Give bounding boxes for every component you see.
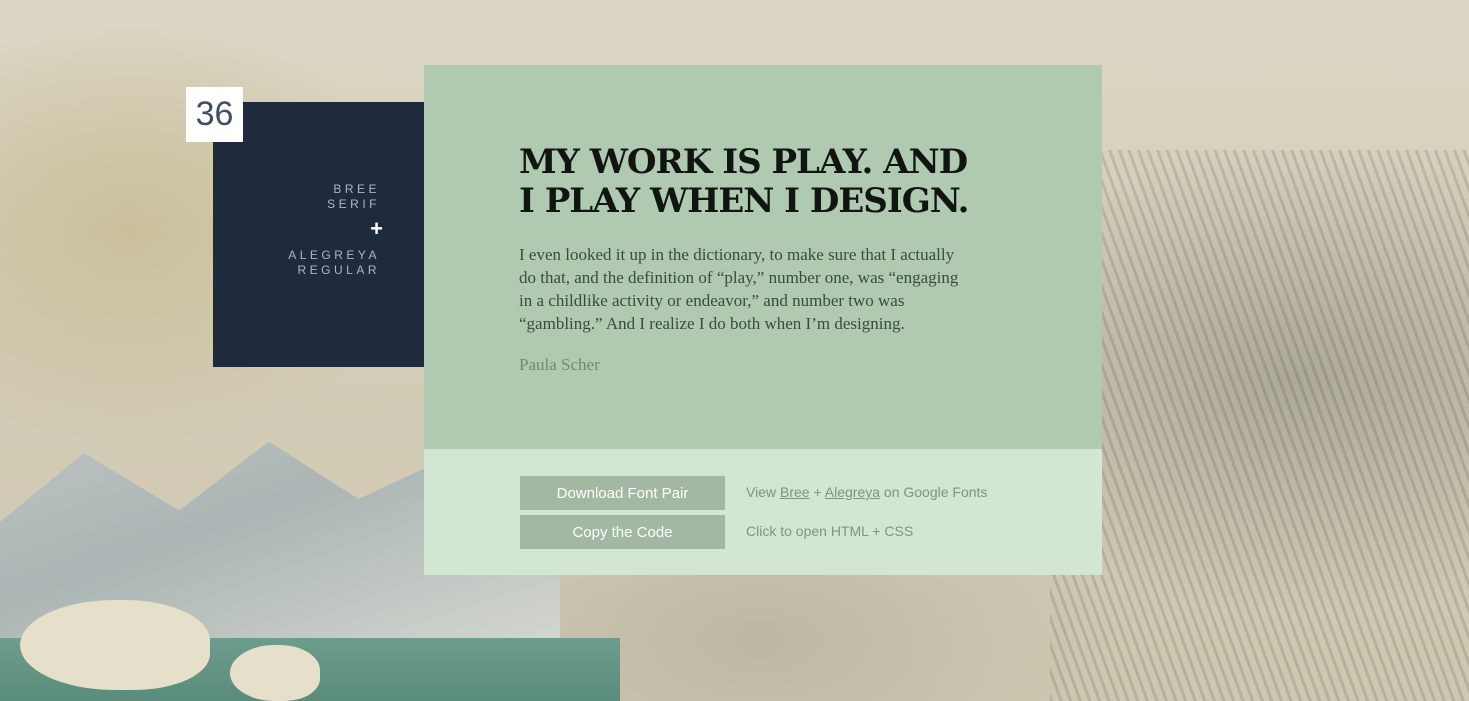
download-font-pair-button[interactable]: Download Font Pair <box>520 476 725 510</box>
view-prefix: View <box>746 484 777 500</box>
plus-icon: + <box>370 216 383 241</box>
plus-text: + <box>813 484 822 500</box>
quote-body: I even looked it up in the dictionary, t… <box>519 245 959 333</box>
background-bear-cub <box>20 600 210 690</box>
background-bear-cub <box>230 645 320 701</box>
google-fonts-links: View Bree + Alegreya on Google Fonts <box>746 484 987 500</box>
quote-headline: MY WORK IS PLAY. AND I PLAY WHEN I DESIG… <box>519 142 970 221</box>
font-pair-names: BREE SERIF + ALEGREYA REGULAR <box>288 182 383 278</box>
heading-font-line1: BREE <box>333 182 380 196</box>
alegreya-link[interactable]: Alegreya <box>825 484 880 500</box>
body-font-line1: ALEGREYA <box>288 248 380 262</box>
quote-author: Paula Scher <box>519 355 600 374</box>
font-pair-sidebar: BREE SERIF + ALEGREYA REGULAR <box>213 102 424 367</box>
bree-link[interactable]: Bree <box>780 484 810 500</box>
body-font-line2: REGULAR <box>297 263 380 277</box>
copy-code-button[interactable]: Copy the Code <box>520 515 725 549</box>
code-hint-text: Click to open HTML + CSS <box>746 523 914 539</box>
actions-footer: Download Font Pair Copy the Code View Br… <box>424 449 1102 575</box>
view-suffix: on Google Fonts <box>883 484 988 500</box>
heading-font-line2: SERIF <box>327 197 380 211</box>
quote-card: MY WORK IS PLAY. AND I PLAY WHEN I DESIG… <box>424 65 1102 449</box>
background-fur-texture <box>1050 150 1469 701</box>
pair-number-badge: 36 <box>186 87 243 142</box>
